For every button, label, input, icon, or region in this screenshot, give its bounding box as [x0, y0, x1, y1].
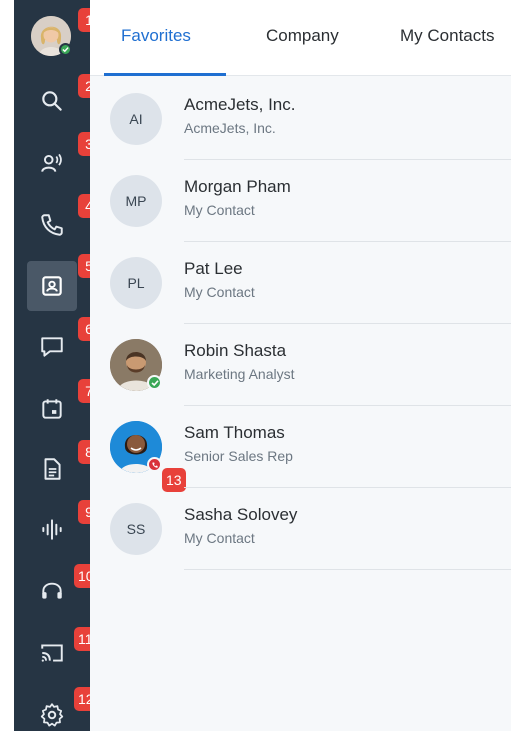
contact-name: AcmeJets, Inc. — [184, 95, 296, 114]
contact-name: Sasha Solovey — [184, 505, 298, 524]
active-tab-indicator — [104, 73, 226, 76]
contacts-button[interactable] — [27, 261, 77, 311]
tab-bar: Favorites Company My Contacts — [90, 0, 511, 76]
contact-subtitle: My Contact — [184, 202, 255, 218]
contact-row[interactable]: 13 Sam Thomas Senior Sales Rep — [90, 405, 511, 492]
contact-row[interactable]: AI AcmeJets, Inc. AcmeJets, Inc. — [90, 77, 511, 160]
contact-row[interactable]: PL Pat Lee My Contact — [90, 241, 511, 324]
contact-row[interactable]: SS Sasha Solovey My Contact — [90, 487, 511, 570]
phone-icon — [41, 214, 63, 236]
contact-name: Morgan Pham — [184, 177, 291, 196]
tab-company[interactable]: Company — [266, 26, 339, 46]
window-edge — [0, 0, 14, 731]
documents-button[interactable] — [27, 444, 77, 494]
search-icon — [42, 91, 62, 111]
contact-name: Pat Lee — [184, 259, 243, 278]
chat-button[interactable] — [27, 322, 77, 372]
contact-subtitle: My Contact — [184, 530, 255, 546]
tab-my-contacts[interactable]: My Contacts — [400, 26, 494, 46]
calendar-button[interactable] — [27, 384, 77, 434]
contact-avatar: PL — [110, 257, 162, 309]
app-window: 1 2 3 4 5 6 7 8 9 10 11 12 Favorites Com… — [0, 0, 511, 731]
tab-favorites[interactable]: Favorites — [121, 26, 191, 46]
support-button[interactable] — [27, 566, 77, 616]
contacts-panel: Favorites Company My Contacts AI AcmeJet… — [90, 0, 511, 731]
contact-subtitle: My Contact — [184, 284, 255, 300]
chat-icon — [41, 337, 63, 357]
contact-row[interactable]: MP Morgan Pham My Contact — [90, 159, 511, 242]
contact-avatar: SS — [110, 503, 162, 555]
presence-available-icon — [147, 375, 162, 390]
contact-row[interactable]: Robin Shasta Marketing Analyst — [90, 323, 511, 406]
contact-avatar: AI — [110, 93, 162, 145]
contact-name: Sam Thomas — [184, 423, 285, 442]
contact-subtitle: Senior Sales Rep — [184, 448, 293, 464]
waveform-icon — [42, 519, 62, 540]
calendar-icon — [42, 399, 62, 419]
cast-icon — [41, 644, 63, 662]
search-button[interactable] — [27, 76, 77, 126]
contact-name: Robin Shasta — [184, 341, 287, 360]
contacts-icon — [42, 276, 62, 296]
gear-icon — [40, 703, 64, 727]
contact-subtitle: Marketing Analyst — [184, 366, 295, 382]
contact-avatar: MP — [110, 175, 162, 227]
people-talk-icon — [41, 153, 62, 172]
phone-button[interactable] — [27, 200, 77, 250]
settings-button[interactable] — [27, 690, 77, 731]
document-icon — [44, 458, 61, 480]
voicemail-button[interactable] — [27, 504, 77, 554]
sidebar: 1 2 3 4 5 6 7 8 9 10 11 12 — [14, 0, 100, 731]
presence-available-icon — [59, 43, 72, 56]
row-divider — [184, 569, 511, 570]
presence-on-call-icon — [147, 457, 162, 472]
headset-icon — [42, 582, 62, 599]
cast-button[interactable] — [27, 628, 77, 678]
people-button[interactable] — [27, 138, 77, 188]
contact-subtitle: AcmeJets, Inc. — [184, 120, 276, 136]
